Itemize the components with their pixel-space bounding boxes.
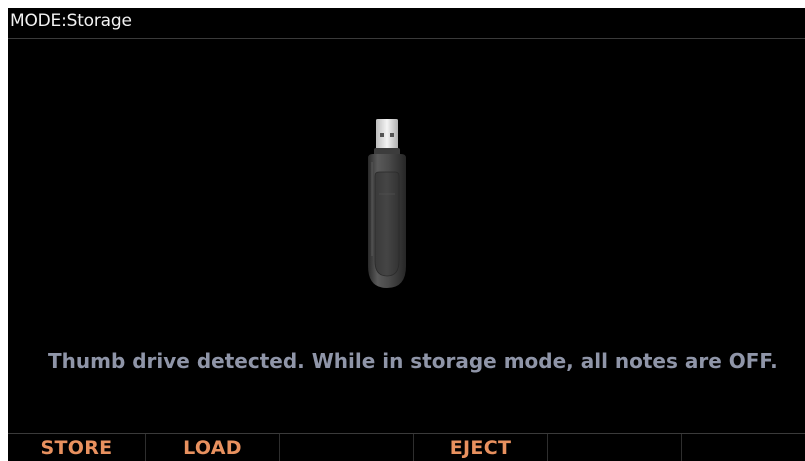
- display-screen: MODE:Storage Thumb drive detected. While…: [8, 8, 805, 461]
- softkey-3[interactable]: [280, 434, 414, 461]
- mode-title: MODE:Storage: [10, 11, 132, 31]
- softkey-bar: STORE LOAD EJECT: [8, 433, 805, 461]
- softkey-store[interactable]: STORE: [8, 434, 146, 461]
- softkey-load[interactable]: LOAD: [146, 434, 280, 461]
- usb-thumb-drive-icon: [361, 116, 413, 291]
- title-bar: MODE:Storage: [8, 8, 805, 39]
- status-message: Thumb drive detected. While in storage m…: [48, 349, 778, 373]
- softkey-eject[interactable]: EJECT: [414, 434, 548, 461]
- softkey-6[interactable]: [682, 434, 805, 461]
- softkey-5[interactable]: [548, 434, 682, 461]
